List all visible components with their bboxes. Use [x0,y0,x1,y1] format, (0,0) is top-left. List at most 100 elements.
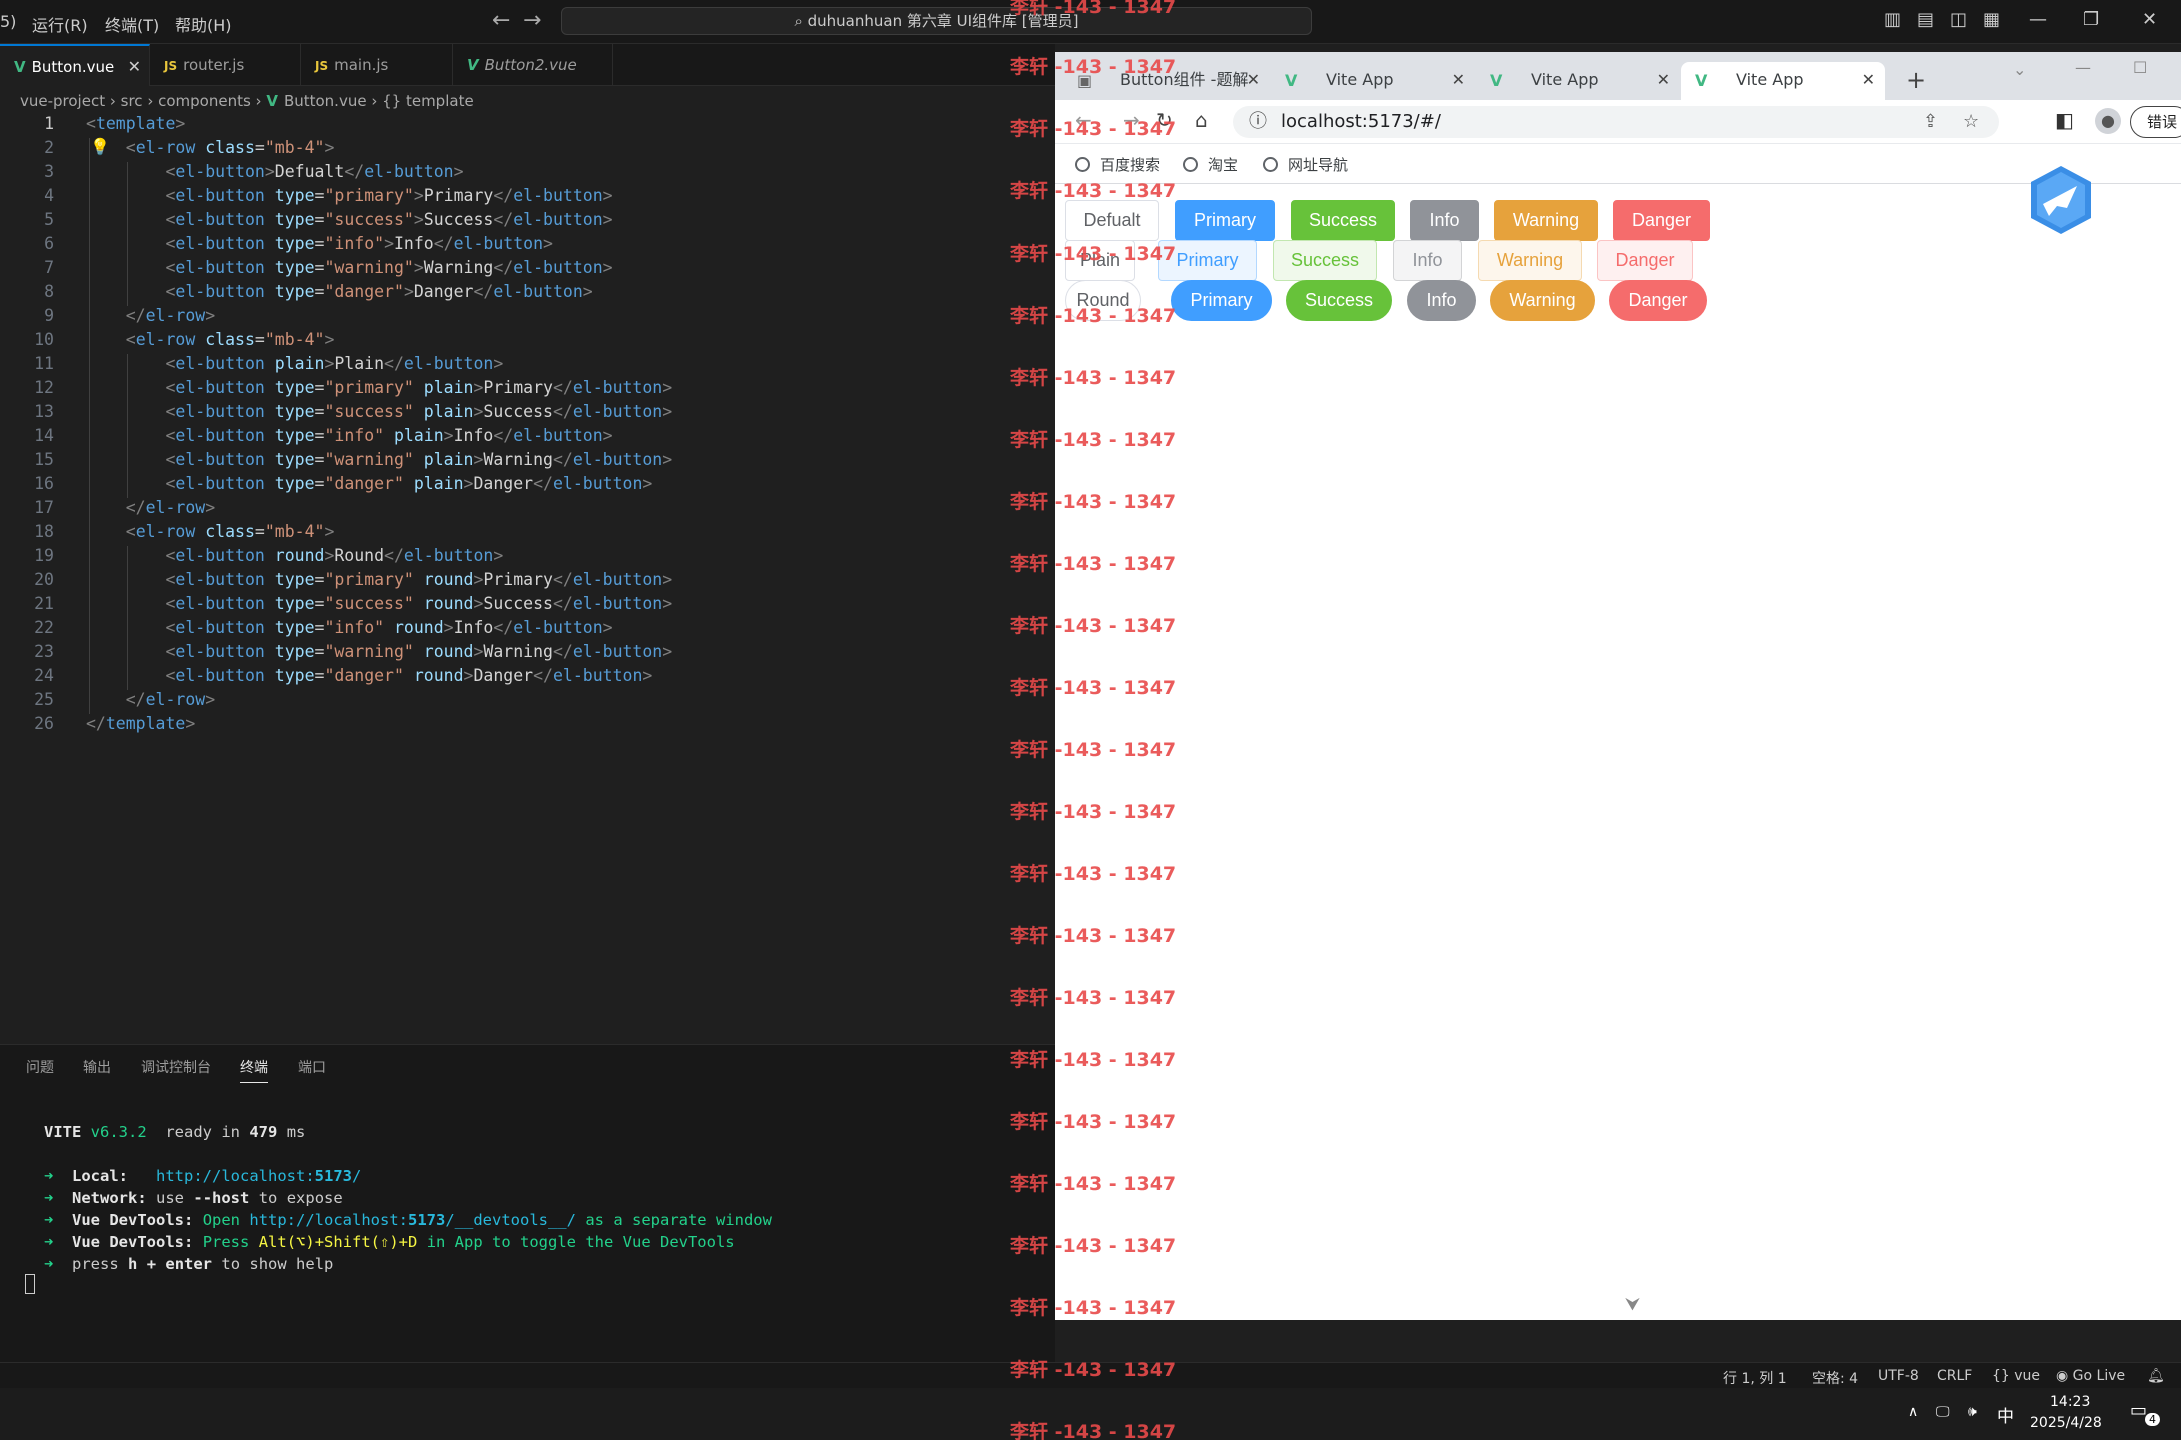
back-arrow-icon[interactable]: ← [492,8,510,33]
chevron-up-icon[interactable]: ∧ [1908,1404,1918,1420]
vue-devtools-toggle-icon[interactable]: ⮟ [1625,1294,1640,1315]
danger-button[interactable]: Danger [1613,200,1710,241]
plain-info-button[interactable]: Info [1393,240,1462,281]
breadcrumb-item[interactable]: components [158,92,251,110]
browser-tab[interactable]: V Vite App ✕ [1476,62,1680,100]
minimize-icon[interactable]: — [2029,9,2047,30]
error-button[interactable]: 错误 [2130,106,2181,138]
local-label: Local: [72,1167,129,1185]
close-icon[interactable]: ✕ [1452,62,1465,98]
plain-danger-button[interactable]: Danger [1597,240,1693,281]
tab-search-icon[interactable]: ⌄ [2013,60,2026,79]
line-ending[interactable]: CRLF [1937,1368,1972,1384]
round-primary-button[interactable]: Primary [1171,280,1272,321]
bookmark-baidu[interactable]: 百度搜索 [1075,154,1160,175]
forward-arrow-icon[interactable]: → [523,8,541,33]
ime-indicator[interactable]: 中 [1997,1402,2014,1427]
primary-button[interactable]: Primary [1175,200,1275,241]
profile-avatar[interactable]: ● [2095,108,2121,134]
language-label: vue [2014,1368,2041,1384]
encoding[interactable]: UTF-8 [1878,1368,1919,1384]
local-url[interactable]: http://localhost:5173/ [156,1167,361,1185]
line-number: 3 [44,162,54,181]
editor-tab-bar: V Button.vue ✕ JS router.js JS main.js V Butt… [0,44,1055,86]
language-mode[interactable]: {} vue [1992,1368,2040,1384]
watermark: 李轩 -143 - 1347 [1010,429,1177,451]
warning-button[interactable]: Warning [1494,200,1598,241]
info-icon: ⓘ [1249,111,1267,132]
tab-debug-console[interactable]: 调试控制台 [141,1057,211,1077]
toggle-sidebar-icon[interactable]: ▥ [1884,9,1901,30]
info-button[interactable]: Info [1410,200,1479,241]
tab-ports[interactable]: 端口 [298,1057,326,1077]
round-info-button[interactable]: Info [1407,280,1476,321]
breadcrumb-item[interactable]: vue-project [20,92,105,110]
menu-item-terminal[interactable]: 终端(T) [105,12,159,36]
restore-icon[interactable]: ❐ [2083,9,2099,30]
tab-terminal[interactable]: 终端 [240,1057,268,1083]
volume-icon[interactable]: 🕪︎ [1968,1404,1977,1420]
breadcrumb-item[interactable]: src [121,92,143,110]
arrow-icon: ➜ [44,1233,54,1251]
browser-tab[interactable]: V Vite App ✕ [1271,62,1475,100]
close-icon[interactable]: ✕ [128,46,141,88]
devtools-keys: Alt(⌥)+Shift(⇧)+D [258,1233,418,1251]
close-icon[interactable]: ✕ [1247,62,1260,98]
maximize-icon[interactable]: ☐ [2133,58,2147,77]
code-editor[interactable]: 1 2 3 4 5 6 7 8 9 10 11 12 13 14 15 16 1… [0,114,1055,1044]
browser-tab-active[interactable]: V Vite App ✕ [1681,62,1885,100]
bookmark-nav[interactable]: 网址导航 [1263,154,1348,175]
cursor-position[interactable]: 行 1, 列 1 [1723,1368,1787,1388]
tab-router-js[interactable]: JS router.js [150,44,301,86]
customize-layout-icon[interactable]: ▦ [1983,9,2000,30]
plain-success-button[interactable]: Success [1273,240,1377,281]
clock-date[interactable]: 2025/4/28 [2030,1415,2102,1431]
close-window-icon[interactable]: ✕ [2142,9,2157,30]
devtools-url[interactable]: http://localhost:5173/__devtools__/ [249,1211,576,1229]
star-icon[interactable]: ☆ [1963,106,1979,138]
network-label: Network: [72,1189,147,1207]
ready-text: ready in [165,1123,240,1141]
round-danger-button[interactable]: Danger [1609,280,1707,321]
broadcast-icon: ◉ [2056,1368,2073,1384]
round-warning-button[interactable]: Warning [1490,280,1595,321]
browser-window: ▣ Button组件 -题解 ✕ V Vite App ✕ V Vite App ✕ V Vi… [1055,52,2181,1320]
tab-main-js[interactable]: JS main.js [301,44,453,86]
url-part: http://localhost: [249,1211,408,1229]
indentation[interactable]: 空格: 4 [1812,1368,1858,1388]
code-line: <el-button round>Round</el-button> [165,546,504,565]
round-success-button[interactable]: Success [1286,280,1392,321]
command-center[interactable]: ⌕ duhuanhuan 第六章 UI组件库 [管理员] [561,7,1312,35]
menu-item-selection[interactable]: 5) [0,12,16,31]
minimize-icon[interactable]: — [2075,58,2091,77]
tab-output[interactable]: 输出 [83,1057,111,1077]
toggle-panel-icon[interactable]: ▤ [1917,9,1934,30]
share-icon[interactable]: ⇪ [1923,106,1938,138]
watermark: 李轩 -143 - 1347 [1010,0,1177,18]
go-live-button[interactable]: ◉ Go Live [2056,1368,2125,1384]
tab-problems[interactable]: 问题 [26,1057,54,1077]
tab-button2-vue[interactable]: V Button2.vue [453,44,613,86]
address-bar[interactable]: ⓘ localhost:5173/#/ ⇪ ☆ [1233,106,1999,138]
home-icon[interactable]: ⌂ [1195,108,1208,132]
tab-button-vue[interactable]: V Button.vue ✕ [0,44,150,86]
bell-icon[interactable]: 🔔︎ [2147,1368,2165,1384]
new-tab-icon[interactable]: + [1906,66,1926,94]
clock-time[interactable]: 14:23 [2050,1394,2090,1410]
network-icon[interactable]: 🖵︎ [1936,1404,1950,1420]
menu-item-help[interactable]: 帮助(H) [175,12,232,36]
breadcrumb-item[interactable]: Button.vue [284,92,367,110]
sidebar-icon[interactable]: ◧ [2055,108,2074,132]
success-button[interactable]: Success [1291,200,1395,241]
line-number: 4 [44,186,54,205]
plain-warning-button[interactable]: Warning [1478,240,1582,281]
menu-item-run[interactable]: 运行(R) [32,12,88,36]
default-button[interactable]: Defualt [1065,200,1159,241]
close-icon[interactable]: ✕ [1657,62,1670,98]
floating-bird-widget[interactable] [2027,164,2095,236]
toggle-secondary-sidebar-icon[interactable]: ◫ [1950,9,1967,30]
bookmark-taobao[interactable]: 淘宝 [1183,154,1238,175]
breadcrumb-item[interactable]: {} template [382,92,474,110]
code-line: <el-button type="success">Success</el-bu… [165,210,613,229]
close-icon[interactable]: ✕ [1862,62,1875,98]
